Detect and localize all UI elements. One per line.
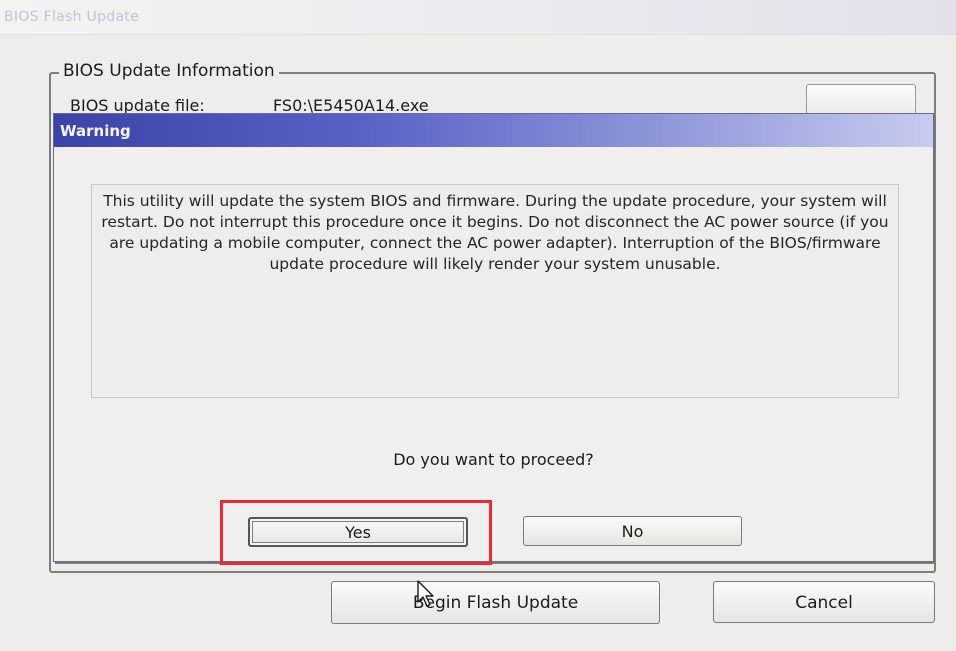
- arrow-cursor-icon: [417, 580, 434, 607]
- window-title: BIOS Flash Update: [4, 9, 140, 25]
- browse-button[interactable]: [806, 84, 916, 116]
- bios-flash-update-window: BIOS Flash Update BIOS Update Informatio…: [0, 0, 956, 651]
- no-button[interactable]: No: [523, 516, 742, 546]
- warning-dialog: Warning This utility will update the sys…: [53, 113, 934, 562]
- proceed-question: Do you want to proceed?: [393, 450, 594, 469]
- cancel-button[interactable]: Cancel: [713, 581, 935, 623]
- warning-dialog-title-bar: Warning: [54, 114, 933, 147]
- warning-message: This utility will update the system BIOS…: [101, 192, 889, 273]
- warning-message-panel: This utility will update the system BIOS…: [91, 184, 899, 398]
- begin-flash-update-button[interactable]: Begin Flash Update: [331, 581, 660, 624]
- window-title-bar: BIOS Flash Update: [0, 0, 956, 35]
- bios-update-info-legend: BIOS Update Information: [59, 61, 279, 81]
- yes-button-highlight: [220, 500, 492, 565]
- warning-dialog-title: Warning: [60, 122, 131, 140]
